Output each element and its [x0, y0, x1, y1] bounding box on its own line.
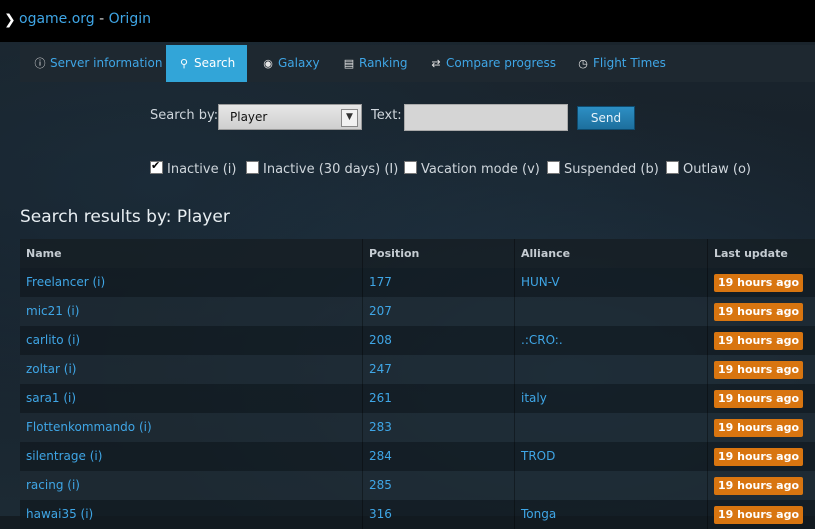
position-link[interactable]: 247 [369, 362, 392, 376]
site-link[interactable]: ogame.org [19, 11, 95, 27]
filter-label: Inactive (i) [167, 162, 237, 177]
main-nav: ⓘ Server information ⚲ Search ◉ Galaxy ▤ Ran… [20, 45, 815, 82]
position-link[interactable]: 261 [369, 391, 392, 405]
search-icon: ⚲ [179, 57, 189, 70]
tab-flight-times[interactable]: ◷ Flight Times [577, 45, 666, 82]
breadcrumb: ogame.org - Origin [19, 11, 151, 27]
search-by-label: Search by: [150, 108, 219, 123]
player-link[interactable]: Freelancer (i) [26, 275, 105, 289]
tab-label: Flight Times [593, 56, 666, 70]
tab-galaxy[interactable]: ◉ Galaxy [262, 45, 320, 82]
table-header: Name Position Alliance Last update [20, 239, 815, 268]
alliance-link[interactable]: TROD [521, 449, 555, 463]
last-update-badge: 19 hours ago [714, 389, 804, 408]
alliance-link[interactable]: .:CRO:. [521, 333, 563, 347]
checkmark-icon: ✔ [151, 159, 161, 172]
results-title: Search results by: Player [20, 207, 230, 227]
filter-inactive[interactable]: ✔ Inactive (i) [150, 159, 237, 177]
filter-suspended[interactable]: Suspended (b) [547, 161, 659, 177]
position-link[interactable]: 316 [369, 507, 392, 521]
tab-label: Compare progress [446, 56, 557, 70]
player-link[interactable]: racing (i) [26, 478, 80, 492]
filter-outlaw[interactable]: Outlaw (o) [666, 161, 751, 177]
column-header-last-update[interactable]: Last update [707, 239, 815, 268]
breadcrumb-separator: - [94, 11, 109, 27]
filter-checkbox[interactable] [246, 161, 259, 174]
search-by-value: Player [230, 110, 268, 124]
last-update-badge: 19 hours ago [714, 447, 804, 466]
last-update-badge: 19 hours ago [714, 476, 804, 495]
tab-label: Ranking [359, 56, 408, 70]
last-update-badge: 19 hours ago [714, 360, 804, 379]
filter-label: Outlaw (o) [683, 162, 752, 177]
filter-checkbox[interactable] [547, 161, 560, 174]
player-link[interactable]: silentrage (i) [26, 449, 102, 463]
filter-checkbox[interactable]: ✔ [150, 159, 163, 174]
column-header-name[interactable]: Name [20, 239, 362, 268]
filter-checkbox[interactable] [404, 161, 417, 174]
position-link[interactable]: 285 [369, 478, 392, 492]
clock-icon: ◷ [578, 57, 588, 70]
position-link[interactable]: 283 [369, 420, 392, 434]
table-row: carlito (i) 208 .:CRO:. 19 hours ago [20, 326, 815, 355]
filter-checkbox[interactable] [666, 161, 679, 174]
search-text-input[interactable] [404, 104, 568, 131]
alliance-link[interactable]: HUN-V [521, 275, 560, 289]
table-row: Freelancer (i) 177 HUN-V 19 hours ago [20, 268, 815, 297]
player-link[interactable]: Flottenkommando (i) [26, 420, 152, 434]
table-row: Flottenkommando (i) 283 19 hours ago [20, 413, 815, 442]
table-row: silentrage (i) 284 TROD 19 hours ago [20, 442, 815, 471]
alliance-link[interactable]: italy [521, 391, 547, 405]
column-header-alliance[interactable]: Alliance [514, 239, 707, 268]
player-link[interactable]: mic21 (i) [26, 304, 79, 318]
text-label: Text: [371, 108, 402, 123]
column-header-position[interactable]: Position [362, 239, 514, 268]
filter-label: Inactive (30 days) (I) [263, 162, 399, 177]
search-by-select[interactable]: Player ▼ [218, 104, 362, 130]
tab-label: Search [194, 56, 236, 70]
tab-server-information[interactable]: ⓘ Server information [34, 45, 163, 82]
shuffle-icon: ⇄ [431, 57, 441, 70]
chevron-right-icon: ❯ [4, 12, 16, 28]
player-link[interactable]: hawai35 (i) [26, 507, 93, 521]
filter-label: Vacation mode (v) [421, 162, 540, 177]
last-update-badge: 19 hours ago [714, 505, 804, 524]
filter-label: Suspended (b) [564, 162, 659, 177]
tab-compare-progress[interactable]: ⇄ Compare progress [430, 45, 556, 82]
chevron-down-icon[interactable]: ▼ [341, 109, 358, 127]
table-row: racing (i) 285 19 hours ago [20, 471, 815, 500]
position-link[interactable]: 284 [369, 449, 392, 463]
table-row: sara1 (i) 261 italy 19 hours ago [20, 384, 815, 413]
last-update-badge: 19 hours ago [714, 302, 804, 321]
tab-label: Galaxy [278, 56, 320, 70]
globe-icon: ◉ [263, 57, 273, 70]
filter-inactive-30-days[interactable]: Inactive (30 days) (I) [246, 161, 398, 177]
player-link[interactable]: zoltar (i) [26, 362, 76, 376]
tab-search[interactable]: ⚲ Search [166, 45, 248, 82]
send-button[interactable]: Send [577, 106, 635, 130]
table-row: zoltar (i) 247 19 hours ago [20, 355, 815, 384]
position-link[interactable]: 208 [369, 333, 392, 347]
top-bar: ❯ ogame.org - Origin [0, 0, 815, 42]
tab-label: Server information [50, 56, 163, 70]
position-link[interactable]: 177 [369, 275, 392, 289]
last-update-badge: 19 hours ago [714, 418, 804, 437]
info-icon: ⓘ [34, 57, 46, 70]
server-link[interactable]: Origin [109, 11, 151, 27]
tab-ranking[interactable]: ▤ Ranking [343, 45, 408, 82]
position-link[interactable]: 207 [369, 304, 392, 318]
table-row: mic21 (i) 207 19 hours ago [20, 297, 815, 326]
list-icon: ▤ [343, 57, 355, 70]
alliance-link[interactable]: Tonga [521, 507, 556, 521]
player-link[interactable]: carlito (i) [26, 333, 80, 347]
filter-vacation-mode[interactable]: Vacation mode (v) [404, 161, 540, 177]
player-link[interactable]: sara1 (i) [26, 391, 76, 405]
last-update-badge: 19 hours ago [714, 331, 804, 350]
table-row: hawai35 (i) 316 Tonga 19 hours ago [20, 500, 815, 529]
last-update-badge: 19 hours ago [714, 273, 804, 292]
